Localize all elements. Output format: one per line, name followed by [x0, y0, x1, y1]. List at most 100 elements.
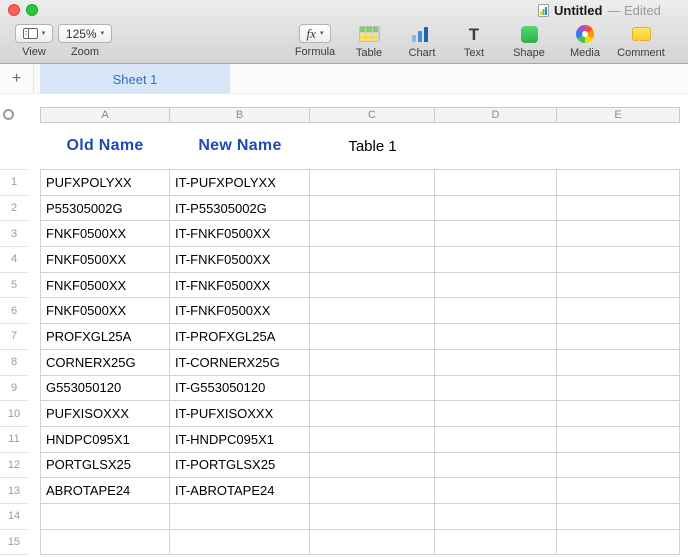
cell-empty-e[interactable] — [557, 478, 680, 504]
cell-empty-c[interactable] — [310, 247, 435, 273]
cell-new-name[interactable]: IT-CORNERX25G — [170, 350, 310, 376]
cell-empty-e[interactable] — [557, 530, 680, 556]
table-button[interactable]: Table — [346, 24, 392, 59]
cell-old-name[interactable]: P55305002G — [40, 196, 170, 222]
cell-new-name[interactable]: IT-PUFXPOLYXX — [170, 170, 310, 196]
cell-empty-c[interactable] — [310, 504, 435, 530]
cell-new-name[interactable]: IT-P55305002G — [170, 196, 310, 222]
cell-empty-d[interactable] — [435, 324, 557, 350]
cell-empty-c[interactable] — [310, 453, 435, 479]
cell-empty-d[interactable] — [435, 453, 557, 479]
cell-empty-c[interactable] — [310, 196, 435, 222]
cell-empty-d[interactable] — [435, 170, 557, 196]
cell-empty-d[interactable] — [435, 376, 557, 402]
cell-empty-c[interactable] — [310, 401, 435, 427]
cell-old-name[interactable]: FNKF0500XX — [40, 247, 170, 273]
row-number[interactable]: 11 — [0, 427, 28, 453]
cell-new-name[interactable]: IT-PROFXGL25A — [170, 324, 310, 350]
cell-empty-d[interactable] — [435, 504, 557, 530]
column-header-c[interactable]: C — [310, 107, 435, 123]
row-number[interactable]: 10 — [0, 401, 28, 427]
cell-empty-c[interactable] — [310, 298, 435, 324]
add-sheet-button[interactable]: + — [0, 64, 34, 94]
header-cell-c[interactable]: Table 1 — [310, 123, 435, 170]
cell-empty-d[interactable] — [435, 247, 557, 273]
row-number[interactable]: 6 — [0, 298, 28, 324]
cell-empty-e[interactable] — [557, 376, 680, 402]
view-button[interactable]: ▾ — [15, 24, 54, 43]
row-number[interactable]: 7 — [0, 324, 28, 350]
row-number[interactable]: 9 — [0, 376, 28, 402]
close-traffic-light[interactable] — [8, 4, 20, 16]
row-number[interactable]: 5 — [0, 273, 28, 299]
row-number[interactable]: 14 — [0, 504, 28, 530]
cell-empty-e[interactable] — [557, 247, 680, 273]
cell-old-name[interactable]: PORTGLSX25 — [40, 453, 170, 479]
cell-empty-e[interactable] — [557, 298, 680, 324]
cell-new-name[interactable]: IT-G553050120 — [170, 376, 310, 402]
cell-old-name[interactable]: FNKF0500XX — [40, 298, 170, 324]
cell-empty-e[interactable] — [557, 504, 680, 530]
cell-empty-c[interactable] — [310, 273, 435, 299]
column-header-e[interactable]: E — [557, 107, 680, 123]
text-button[interactable]: T Text — [452, 24, 496, 59]
cell-empty-d[interactable] — [435, 273, 557, 299]
cell-empty-e[interactable] — [557, 453, 680, 479]
row-number[interactable]: 1 — [0, 170, 28, 196]
cell-old-name[interactable]: FNKF0500XX — [40, 273, 170, 299]
header-cell-new-name[interactable]: New Name — [170, 123, 310, 170]
row-number[interactable]: 12 — [0, 453, 28, 479]
cell-empty-c[interactable] — [310, 221, 435, 247]
cell-empty-d[interactable] — [435, 478, 557, 504]
cell-empty-e[interactable] — [557, 170, 680, 196]
cell-old-name[interactable]: G553050120 — [40, 376, 170, 402]
cell-new-name[interactable] — [170, 530, 310, 556]
cell-empty-e[interactable] — [557, 221, 680, 247]
cell-empty-e[interactable] — [557, 196, 680, 222]
cell-new-name[interactable]: IT-FNKF0500XX — [170, 221, 310, 247]
cell-empty-c[interactable] — [310, 350, 435, 376]
cell-new-name[interactable]: IT-ABROTAPE24 — [170, 478, 310, 504]
row-number[interactable]: 8 — [0, 350, 28, 376]
header-cell-d[interactable] — [435, 123, 557, 170]
cell-empty-d[interactable] — [435, 530, 557, 556]
cell-old-name[interactable]: HNDPC095X1 — [40, 427, 170, 453]
cell-empty-d[interactable] — [435, 427, 557, 453]
sheet-tab-sheet1[interactable]: Sheet 1 — [40, 64, 230, 94]
cell-empty-c[interactable] — [310, 530, 435, 556]
cell-empty-c[interactable] — [310, 478, 435, 504]
header-cell-old-name[interactable]: Old Name — [40, 123, 170, 170]
row-number[interactable]: 4 — [0, 247, 28, 273]
cell-old-name[interactable] — [40, 504, 170, 530]
cell-old-name[interactable] — [40, 530, 170, 556]
cell-empty-c[interactable] — [310, 427, 435, 453]
cell-old-name[interactable]: CORNERX25G — [40, 350, 170, 376]
cell-new-name[interactable]: IT-HNDPC095X1 — [170, 427, 310, 453]
column-header-b[interactable]: B — [170, 107, 310, 123]
cell-empty-c[interactable] — [310, 324, 435, 350]
row-number[interactable]: 3 — [0, 221, 28, 247]
cell-empty-d[interactable] — [435, 350, 557, 376]
cell-empty-e[interactable] — [557, 401, 680, 427]
cell-old-name[interactable]: PUFXPOLYXX — [40, 170, 170, 196]
comment-button[interactable]: Comment — [612, 24, 670, 59]
cell-new-name[interactable]: IT-FNKF0500XX — [170, 247, 310, 273]
cell-empty-e[interactable] — [557, 324, 680, 350]
cell-new-name[interactable]: IT-FNKF0500XX — [170, 273, 310, 299]
cell-empty-d[interactable] — [435, 298, 557, 324]
row-number[interactable]: 2 — [0, 196, 28, 222]
cell-empty-c[interactable] — [310, 376, 435, 402]
cell-old-name[interactable]: ABROTAPE24 — [40, 478, 170, 504]
cell-empty-e[interactable] — [557, 350, 680, 376]
cell-old-name[interactable]: PROFXGL25A — [40, 324, 170, 350]
cell-empty-e[interactable] — [557, 273, 680, 299]
cell-new-name[interactable]: IT-PUFXISOXXX — [170, 401, 310, 427]
cell-old-name[interactable]: PUFXISOXXX — [40, 401, 170, 427]
cell-new-name[interactable]: IT-FNKF0500XX — [170, 298, 310, 324]
zoom-dropdown[interactable]: 125% ▾ — [58, 24, 112, 43]
cell-empty-d[interactable] — [435, 401, 557, 427]
row-number[interactable]: 13 — [0, 478, 28, 504]
cell-empty-d[interactable] — [435, 196, 557, 222]
media-button[interactable]: Media — [562, 24, 608, 59]
header-cell-e[interactable] — [557, 123, 680, 170]
